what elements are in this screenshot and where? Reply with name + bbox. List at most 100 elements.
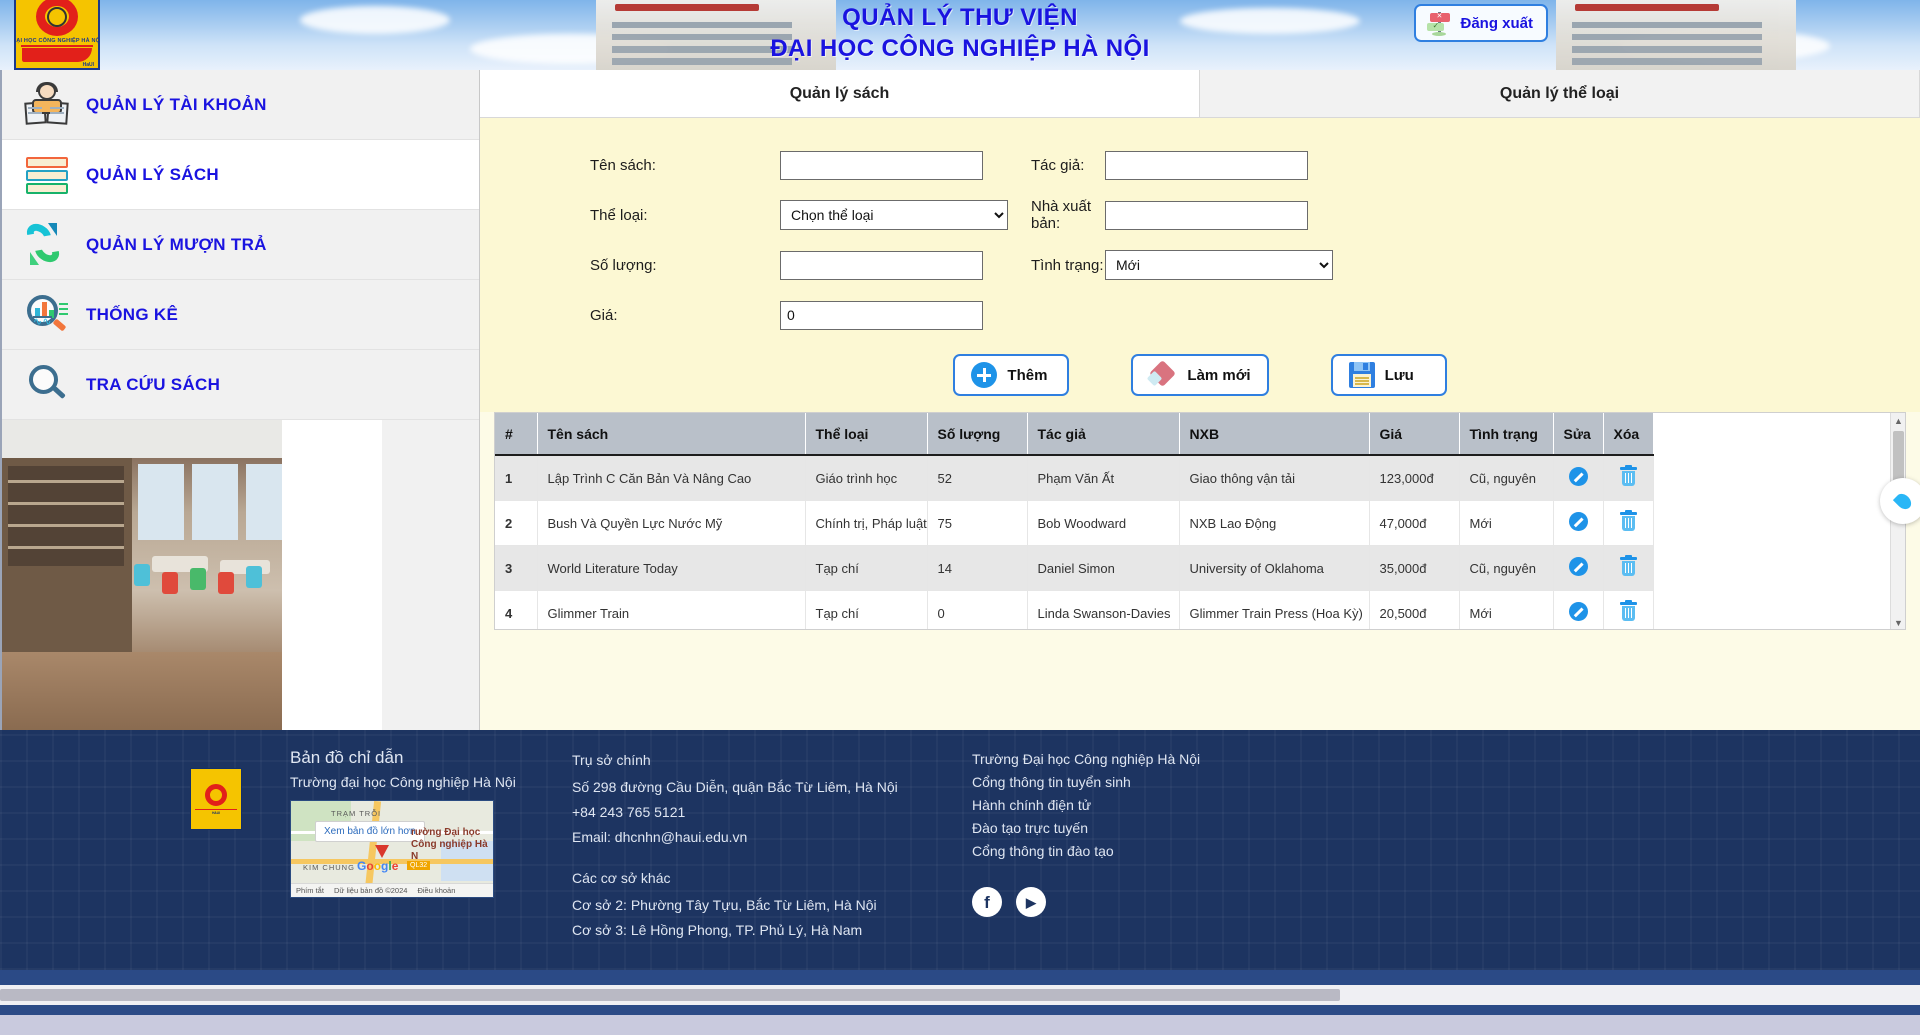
- facebook-icon[interactable]: f: [972, 887, 1002, 917]
- map-heading: Bản đồ chỉ dẫn: [290, 748, 404, 767]
- site-footer: HAUI Bản đồ chỉ dẫn Trường đại học Công …: [0, 730, 1920, 970]
- gia-input[interactable]: [780, 300, 983, 330]
- delete-icon[interactable]: [1619, 510, 1637, 531]
- col-so-luong: Số lượng: [927, 413, 1028, 456]
- delete-icon[interactable]: [1619, 600, 1637, 621]
- map-pin-icon: [375, 845, 389, 858]
- cell-gia: 47,000đ: [1369, 500, 1460, 546]
- nha-xuat-ban-input[interactable]: [1105, 200, 1308, 230]
- label-so-luong: Số lượng:: [590, 256, 657, 274]
- tab-quan-ly-sach[interactable]: Quản lý sách: [480, 70, 1200, 117]
- tac-gia-input[interactable]: [1105, 150, 1308, 180]
- logout-button[interactable]: Đăng xuất: [1414, 4, 1548, 42]
- cell-gia: 35,000đ: [1369, 545, 1460, 591]
- reset-button-label: Làm mới: [1187, 366, 1251, 384]
- ten-sach-input[interactable]: [780, 150, 983, 180]
- footer-link[interactable]: Hành chính điện tử: [972, 794, 1202, 817]
- map-label-school: rường Đại học Công nghiệp Hà N: [411, 827, 488, 862]
- cell-index: 3: [495, 545, 538, 591]
- sidebar: QUẢN LÝ TÀI KHOẢN QUẢN LÝ SÁCH QUẢN LÝ M…: [0, 70, 480, 730]
- footer-link[interactable]: Cổng thông tin tuyển sinh: [972, 771, 1202, 794]
- sidebar-item-quan-ly-tai-khoan[interactable]: QUẢN LÝ TÀI KHOẢN: [2, 70, 479, 140]
- delete-icon[interactable]: [1619, 555, 1637, 576]
- tab-quan-ly-the-loai[interactable]: Quản lý thể loại: [1200, 70, 1920, 117]
- map-terms-link[interactable]: Điều khoản: [417, 886, 455, 895]
- water-drop-widget[interactable]: [1880, 478, 1920, 524]
- cell-so-luong: 52: [927, 455, 1028, 501]
- cell-tac-gia: Phạm Văn Ất: [1027, 455, 1180, 501]
- cell-index: 2: [495, 500, 538, 546]
- footer-link[interactable]: Trường Đại học Công nghiệp Hà Nội: [972, 748, 1202, 771]
- books-icon: [24, 152, 70, 198]
- hscrollbar-thumb[interactable]: [0, 989, 1340, 1001]
- table-header-row: # Tên sách Thể loại Số lượng Tác giả NXB…: [495, 413, 1654, 456]
- reset-button[interactable]: Làm mới: [1131, 354, 1269, 396]
- cell-ten-sach: Lập Trình C Căn Bản Và Nâng Cao: [537, 455, 806, 501]
- sidebar-item-label: THỐNG KÊ: [86, 304, 179, 324]
- cell-nxb: Giao thông vận tải: [1179, 455, 1370, 501]
- col-ten-sach: Tên sách: [537, 413, 806, 456]
- scroll-up-icon[interactable]: ▲: [1891, 413, 1905, 429]
- recycle-icon: [22, 218, 70, 268]
- cell-so-luong: 75: [927, 500, 1028, 546]
- so-luong-input[interactable]: [780, 250, 983, 280]
- map-data-link[interactable]: Dữ liệu bản đồ ©2024: [334, 886, 408, 895]
- plus-circle-icon: [971, 362, 998, 388]
- cell-so-luong: 0: [927, 590, 1028, 629]
- page-title-line2: ĐẠI HỌC CÔNG NGHIỆP HÀ NỘI: [770, 35, 1150, 62]
- library-photo: [2, 420, 382, 730]
- cell-tinh-trang: Mới: [1459, 590, 1554, 629]
- chart-magnifier-icon: ∿∿: [24, 292, 70, 338]
- main-content: Quản lý sách Quản lý thể loại Tên sách: …: [480, 70, 1920, 730]
- tab-label: Quản lý sách: [789, 84, 890, 102]
- sidebar-item-label: QUẢN LÝ MƯỢN TRẢ: [86, 234, 267, 254]
- edit-icon[interactable]: [1568, 557, 1588, 576]
- books-table: # Tên sách Thể loại Số lượng Tác giả NXB…: [495, 413, 1654, 629]
- footer-link[interactable]: Cổng thông tin đào tạo: [972, 840, 1202, 863]
- table-row[interactable]: 2 Bush Và Quyền Lực Nước Mỹ Chính trị, P…: [495, 500, 1654, 546]
- sidebar-item-thong-ke[interactable]: ∿∿ THỐNG KÊ: [2, 280, 479, 350]
- sidebar-item-tra-cuu-sach[interactable]: TRA CỨU SÁCH: [2, 350, 479, 420]
- cell-gia: 123,000đ: [1369, 455, 1460, 501]
- scroll-down-icon[interactable]: ▼: [1891, 615, 1905, 629]
- map-subheading: Trường đại học Công nghiệp Hà Nội: [290, 774, 516, 790]
- map-label-kim: KIM CHUNG: [303, 863, 355, 872]
- delete-icon[interactable]: [1619, 465, 1637, 486]
- cell-gia: 20,500đ: [1369, 590, 1460, 629]
- cell-the-loai: Chính trị, Pháp luật: [805, 500, 928, 546]
- edit-icon[interactable]: [1568, 512, 1588, 531]
- tab-bar: Quản lý sách Quản lý thể loại: [480, 70, 1920, 118]
- google-map-embed[interactable]: TRẠM TRỖI KIM CHUNG Xem bản đồ lớn hơn r…: [290, 800, 494, 898]
- footer-logo: HAUI: [190, 768, 242, 830]
- footer-address-column: Trụ sở chính Số 298 đường Cầu Diễn, quận…: [572, 748, 902, 943]
- edit-icon[interactable]: [1568, 467, 1588, 486]
- label-tinh-trang: Tình trạng:: [1031, 256, 1104, 274]
- youtube-icon[interactable]: ▶: [1016, 887, 1046, 917]
- sidebar-item-quan-ly-sach[interactable]: QUẢN LÝ SÁCH: [2, 140, 479, 210]
- add-button[interactable]: Thêm: [953, 354, 1070, 396]
- the-loai-select[interactable]: Chọn thể loại: [780, 200, 1008, 230]
- page-horizontal-scrollbar[interactable]: [0, 985, 1920, 1005]
- label-nha-xuat-ban: Nhà xuất bản:: [1031, 198, 1092, 232]
- page-header: ĐẠI HỌC CÔNG NGHIỆP HÀ NỘI HaUI QUẢN LÝ …: [0, 0, 1920, 70]
- col-the-loai: Thể loại: [805, 413, 928, 456]
- save-button-label: Lưu: [1384, 366, 1414, 384]
- logo-caption: ĐẠI HỌC CÔNG NGHIỆP HÀ NỘI: [14, 38, 100, 45]
- view-larger-map-button[interactable]: Xem bản đồ lớn hơn: [315, 821, 425, 842]
- map-shortcut-link[interactable]: Phím tắt: [296, 886, 324, 895]
- footer-link[interactable]: Đào tạo trực tuyến: [972, 817, 1202, 840]
- table-row[interactable]: 4 Glimmer Train Tạp chí 0 Linda Swanson-…: [495, 590, 1654, 629]
- table-row[interactable]: 1 Lập Trình C Căn Bản Và Nâng Cao Giáo t…: [495, 455, 1654, 501]
- footer-map-column: Bản đồ chỉ dẫn Trường đại học Công nghiệ…: [242, 748, 572, 943]
- edit-icon[interactable]: [1568, 602, 1588, 621]
- cell-ten-sach: Glimmer Train: [537, 590, 806, 629]
- table-row[interactable]: 3 World Literature Today Tạp chí 14 Dani…: [495, 545, 1654, 591]
- cell-nxb: NXB Lao Động: [1179, 500, 1370, 546]
- page-body: QUẢN LÝ TÀI KHOẢN QUẢN LÝ SÁCH QUẢN LÝ M…: [0, 70, 1920, 730]
- other-campus-line: Cơ sở 3: Lê Hồng Phong, TP. Phủ Lý, Hà N…: [572, 922, 863, 938]
- bottom-bar: [0, 1015, 1920, 1035]
- save-button[interactable]: Lưu: [1330, 354, 1447, 396]
- sidebar-item-quan-ly-muon-tra[interactable]: QUẢN LÝ MƯỢN TRẢ: [2, 210, 479, 280]
- cell-tinh-trang: Mới: [1459, 500, 1554, 546]
- tinh-trang-select[interactable]: Mới: [1105, 250, 1333, 280]
